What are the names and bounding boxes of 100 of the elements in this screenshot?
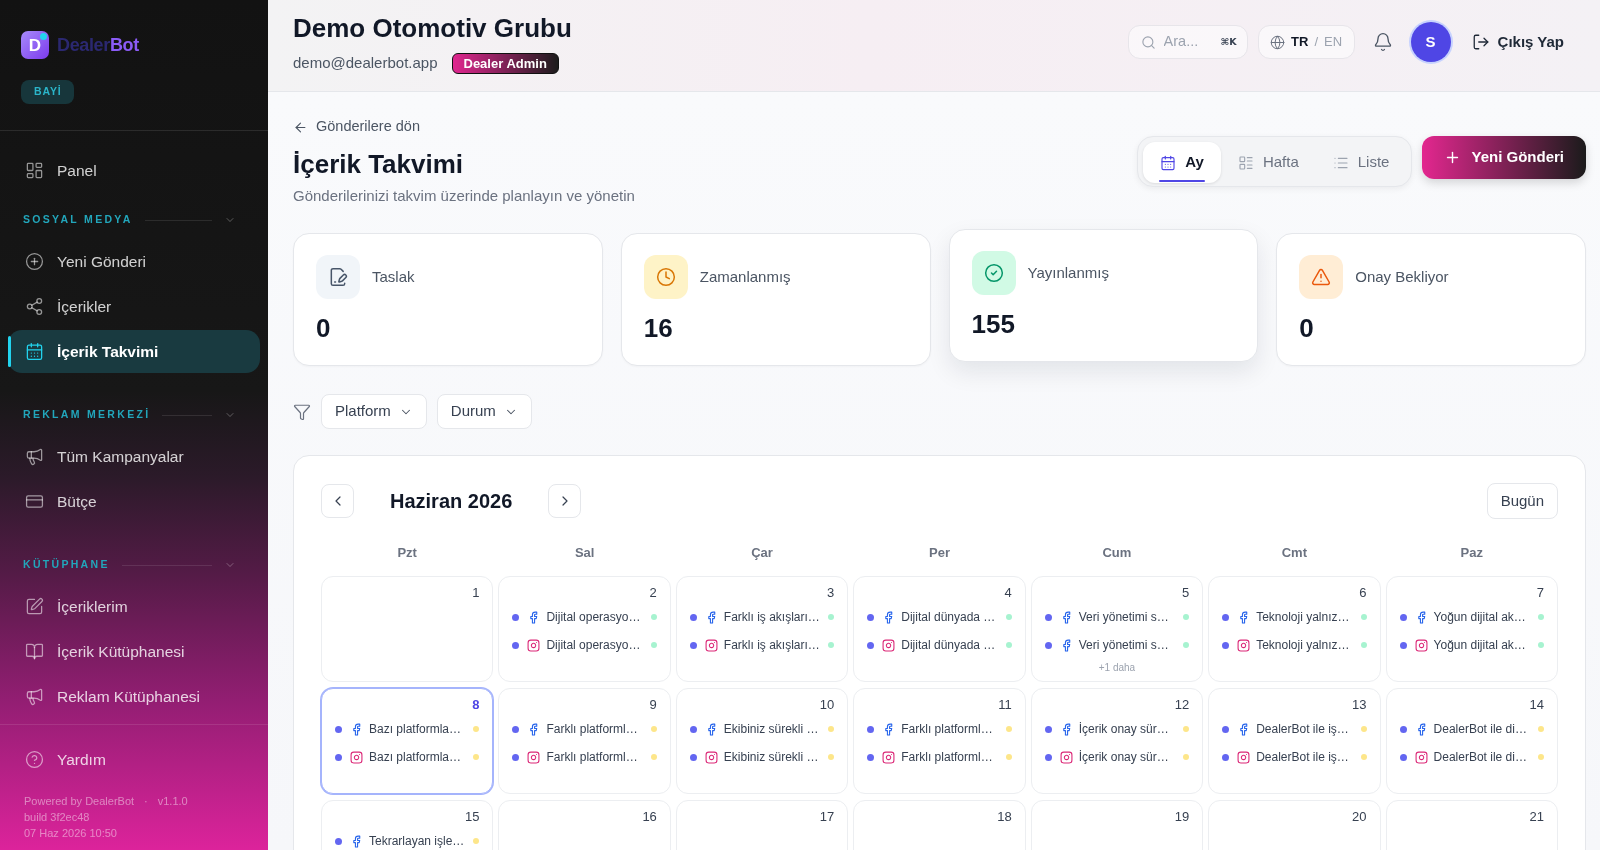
event-title[interactable]: DealerBot ile iş… — [1256, 748, 1349, 766]
search-input[interactable]: Ara... — [1163, 31, 1213, 53]
day-cell[interactable]: 14 DealerBot ile di… DealerBot ile di… — [1385, 688, 1558, 794]
user-avatar[interactable]: S — [1410, 22, 1451, 62]
day-cell[interactable]: 7 Yoğun dijital ak… Yoğun dijital ak… — [1385, 576, 1558, 682]
day-number: 9 — [649, 696, 657, 714]
event-title[interactable]: DealerBot ile di… — [1433, 748, 1527, 766]
day-cell[interactable]: 21 — [1385, 800, 1558, 850]
day-cell[interactable]: 5 Veri yönetimi s… Veri yönetimi s… +1 daha — [1030, 576, 1204, 682]
previous-month-button[interactable] — [321, 484, 354, 518]
weekday-label: Sal — [574, 545, 595, 561]
instagram-icon — [1414, 750, 1428, 764]
role-badge: Dealer Admin — [451, 52, 559, 74]
day-cell[interactable]: 20 — [1208, 800, 1381, 850]
event-title[interactable]: İçerik onay sür… — [1078, 748, 1169, 766]
day-number: 7 — [1536, 584, 1544, 602]
event-title[interactable]: Veri yönetimi s… — [1078, 608, 1169, 626]
day-cell[interactable]: 1 — [321, 576, 494, 682]
event-title[interactable]: Farklı platforml… — [901, 748, 993, 766]
sidebar-item[interactable]: İçerik Kütüphanesi — [8, 630, 260, 673]
day-cell[interactable]: 4 Dijital dünyada … Dijital dünyada … — [853, 576, 1026, 682]
event-title[interactable]: Yoğun dijital ak… — [1433, 608, 1526, 626]
sidebar-item[interactable]: Reklam Kütüphanesi — [8, 675, 260, 718]
day-cell[interactable]: 2 Dijital operasyo… Dijital operasyo… — [498, 576, 671, 682]
sidebar-item[interactable]: Bütçe — [8, 480, 260, 523]
instagram-icon — [882, 638, 896, 652]
day-cell[interactable]: 19 — [1030, 800, 1204, 850]
app-logo: D — [21, 31, 49, 59]
day-cell[interactable]: 8 Bazı platformla… Bazı platformla… — [321, 688, 494, 794]
day-cell[interactable]: 13 DealerBot ile iş… DealerBot ile iş… — [1208, 688, 1381, 794]
day-cell[interactable]: 12 İçerik onay sür… İçerik onay sür… — [1030, 688, 1204, 794]
sidebar-item[interactable]: Panel — [8, 149, 260, 192]
dashboard-icon — [25, 161, 44, 180]
event-title[interactable]: Teknoloji yalnız… — [1256, 636, 1350, 654]
sidebar-item[interactable]: İçerikler — [8, 285, 260, 328]
user-email: demo@dealerbot.app — [293, 53, 438, 73]
event-title[interactable]: Bazı platformla… — [369, 748, 462, 766]
search-field[interactable]: Ara... ⌘K — [1127, 25, 1248, 59]
day-cell[interactable]: 16 — [498, 800, 671, 850]
facebook-icon — [350, 722, 363, 736]
back-link[interactable]: Gönderilere dön — [293, 117, 420, 137]
event-title[interactable]: Dijital dünyada … — [901, 608, 996, 626]
day-number: 3 — [827, 584, 835, 602]
stat-label: Onay Bekliyor — [1355, 266, 1449, 287]
event-title[interactable]: Farklı iş akışları… — [723, 636, 820, 654]
day-cell[interactable]: 18 — [853, 800, 1026, 850]
event-title[interactable]: Bazı platformla… — [369, 720, 462, 738]
event-title[interactable]: Tekrarlayan işle… — [369, 832, 465, 850]
filter-icon — [293, 402, 311, 421]
view-tab[interactable]: Hafta — [1220, 142, 1316, 183]
file-pen-icon — [316, 255, 360, 299]
view-tab[interactable]: Liste — [1315, 142, 1407, 183]
page-title: İçerik Takvimi — [293, 148, 464, 180]
globe-icon — [1270, 34, 1286, 50]
day-cell[interactable]: 15 Tekrarlayan işle… — [321, 800, 494, 850]
event-title[interactable]: DealerBot ile di… — [1433, 720, 1527, 738]
event-title[interactable]: Farklı iş akışları… — [723, 608, 820, 626]
new-post-button[interactable]: Yeni Gönderi — [1422, 136, 1586, 179]
event-title[interactable]: DealerBot ile iş… — [1256, 720, 1349, 738]
day-cell[interactable]: 17 — [675, 800, 849, 850]
view-tab[interactable]: Ay — [1143, 142, 1221, 183]
event-title[interactable]: Teknoloji yalnız… — [1256, 608, 1350, 626]
logout-button[interactable]: Çıkış Yap — [1471, 30, 1564, 54]
stat-label: Zamanlanmış — [699, 266, 791, 287]
bell-icon[interactable] — [1372, 32, 1393, 52]
share-icon — [25, 297, 44, 316]
instagram-icon — [527, 638, 541, 652]
weekday-label: Cmt — [1281, 545, 1307, 561]
day-cell[interactable]: 11 Farklı platforml… Farklı platforml… — [853, 688, 1026, 794]
day-cell[interactable]: 3 Farklı iş akışları… Farklı iş akışları… — [675, 576, 849, 682]
day-number: 16 — [642, 808, 657, 826]
day-number: 11 — [998, 696, 1012, 714]
sidebar-item[interactable]: Yeni Gönderi — [8, 240, 260, 283]
event-title[interactable]: Ekibiniz sürekli … — [723, 748, 819, 766]
next-month-button[interactable] — [548, 484, 582, 518]
event-title[interactable]: Yoğun dijital ak… — [1433, 636, 1526, 654]
event-title[interactable]: İçerik onay sür… — [1078, 720, 1169, 738]
event-title[interactable]: Farklı platforml… — [546, 748, 638, 766]
sidebar-item[interactable]: Tüm Kampanyalar — [8, 435, 260, 478]
event-title[interactable]: Veri yönetimi s… — [1078, 636, 1169, 654]
day-cell[interactable]: 10 Ekibiniz sürekli … Ekibiniz sürekli … — [675, 688, 849, 794]
day-cell[interactable]: 9 Farklı platforml… Farklı platforml… — [498, 688, 671, 794]
weekday-label: Per — [929, 545, 950, 561]
sidebar-item[interactable]: Yardım — [8, 738, 260, 781]
sidebar-item[interactable]: İçerik Takvimi — [8, 330, 260, 373]
event-title[interactable]: Farklı platforml… — [901, 720, 993, 738]
filter-dropdown[interactable]: Durum — [436, 394, 532, 429]
day-number: 15 — [464, 808, 480, 826]
today-button[interactable]: Bugün — [1486, 483, 1558, 519]
day-cell[interactable]: 6 Teknoloji yalnız… Teknoloji yalnız… — [1208, 576, 1381, 682]
event-title[interactable]: Dijital operasyo… — [546, 636, 641, 654]
event-title[interactable]: Farklı platforml… — [546, 720, 638, 738]
sidebar-item[interactable]: İçeriklerim — [8, 585, 260, 628]
event-title[interactable]: Ekibiniz sürekli … — [723, 720, 819, 738]
instagram-icon — [1237, 638, 1251, 652]
instagram-icon — [1059, 750, 1073, 764]
event-title[interactable]: Dijital dünyada … — [901, 636, 996, 654]
language-option[interactable]: TR — [1291, 32, 1309, 52]
filter-dropdown[interactable]: Platform — [321, 394, 427, 429]
event-title[interactable]: Dijital operasyo… — [546, 608, 641, 626]
